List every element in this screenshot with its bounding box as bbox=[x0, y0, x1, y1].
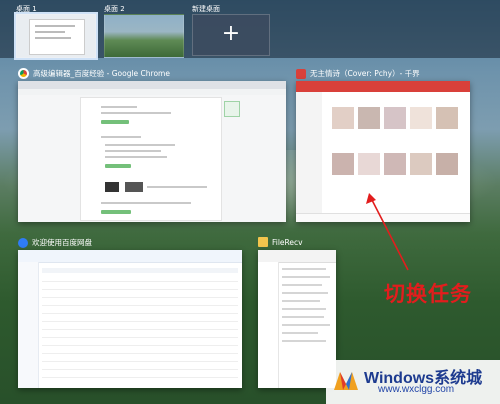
annotation-arrow bbox=[366, 193, 409, 271]
watermark: Windows系统城 www.wxclgg.com bbox=[326, 360, 500, 404]
windows-logo-icon bbox=[334, 372, 358, 390]
watermark-url: www.wxclgg.com bbox=[378, 384, 455, 395]
annotation-text: 切换任务 bbox=[384, 281, 472, 306]
